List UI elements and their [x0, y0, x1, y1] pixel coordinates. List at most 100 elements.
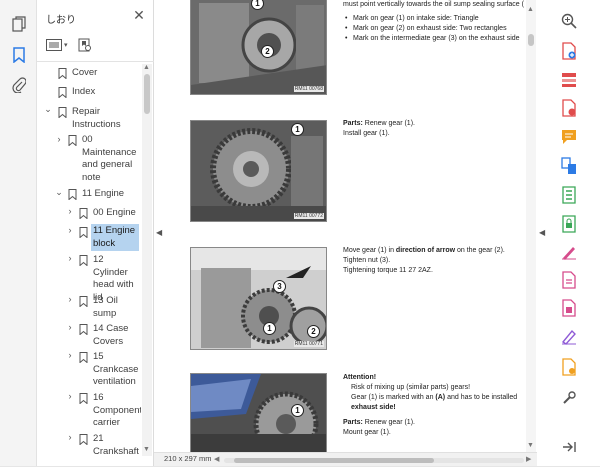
- collapse-right-panel-icon[interactable]: ◀: [539, 228, 545, 237]
- request-signatures-icon[interactable]: [559, 327, 579, 347]
- collapse-left-panel-icon[interactable]: ◀: [156, 228, 162, 237]
- attachments-icon[interactable]: [9, 75, 29, 95]
- list-options-icon: [46, 39, 62, 51]
- callout-marker: 1: [263, 322, 276, 335]
- move-emphasis: direction of arrow: [395, 247, 456, 254]
- text-block: must point vertically towards the oil su…: [343, 0, 529, 44]
- paragraph: Move gear (1) in direction of arrow on t…: [343, 246, 529, 256]
- tree-item-label: 15 Crankcase ventilation: [93, 351, 139, 387]
- paragraph: Gear (1) is marked with an (A) and has t…: [343, 393, 529, 403]
- bookmark-icon: [58, 68, 67, 79]
- bookmark-icon: [58, 87, 67, 98]
- figure-image: 1 2 RM11 00768: [190, 0, 327, 95]
- document-scrollbar[interactable]: ▲ ▼: [526, 0, 536, 452]
- paragraph: Install gear (1).: [343, 130, 390, 137]
- callout-marker: 2: [261, 45, 274, 58]
- create-pdf-icon[interactable]: [559, 41, 579, 61]
- chevron-right-icon[interactable]: ›: [65, 350, 75, 360]
- paragraph: Parts: Renew gear (1).: [343, 119, 529, 129]
- more-tools-icon[interactable]: [559, 388, 579, 408]
- parts-text: Renew gear (1).: [362, 120, 415, 127]
- bookmark-icon: [79, 208, 88, 219]
- comment-icon[interactable]: [559, 127, 579, 147]
- new-bookmark-button[interactable]: [78, 36, 92, 54]
- chevron-right-icon[interactable]: ›: [65, 225, 75, 235]
- paragraph: Tightening torque 11 27 2AZ.: [343, 267, 433, 274]
- panel-toolbar: ▾: [46, 35, 92, 55]
- send-for-review-icon[interactable]: [559, 298, 579, 318]
- edit-pdf-icon[interactable]: [559, 270, 579, 290]
- list-item: Mark on the intermediate gear (3) on the…: [343, 34, 529, 44]
- figure-reference: RM11 00771: [293, 341, 324, 347]
- parts-text: Renew gear (1).: [362, 419, 415, 426]
- chevron-right-icon[interactable]: ›: [65, 391, 75, 401]
- bookmarks-icon[interactable]: [9, 45, 29, 65]
- measure-icon[interactable]: [559, 357, 579, 377]
- fill-sign-icon[interactable]: [559, 242, 579, 262]
- move-text: on the gear (2).: [455, 247, 505, 254]
- expand-panel-icon[interactable]: [559, 437, 579, 457]
- figure-image: 3 1 2 RM11 00771: [190, 247, 327, 350]
- list-item: Mark on gear (2) on exhaust side: Two re…: [343, 24, 529, 34]
- document-page: 1 2 RM11 00768 must point vertically tow…: [166, 0, 530, 452]
- tree-item-label: 11 Engine: [82, 188, 125, 199]
- export-pdf-icon[interactable]: [559, 98, 579, 118]
- pages-icon[interactable]: [9, 14, 29, 34]
- horizontal-scrollbar[interactable]: ◀ ▶: [214, 455, 534, 465]
- chevron-right-icon[interactable]: ›: [65, 432, 75, 442]
- status-bar: 210 x 297 mm ◀ ▶: [154, 452, 537, 466]
- paragraph: Risk of mixing up (similar parts) gears!: [351, 384, 471, 391]
- panel-scrollbar[interactable]: ▲ ▼: [142, 64, 152, 456]
- navigation-rail: [0, 0, 37, 474]
- parts-label: Parts:: [343, 120, 363, 127]
- scroll-left-icon[interactable]: ◀: [214, 455, 219, 463]
- scroll-down-icon[interactable]: ▼: [527, 442, 534, 449]
- tree-item-label: 14 Case Covers: [93, 323, 129, 347]
- scrollbar-thumb[interactable]: [528, 34, 534, 46]
- bookmark-icon: [79, 352, 88, 363]
- bookmarks-panel: しおり ✕ ▾ Cover Index ⌄ Repair Instruction…: [37, 0, 154, 474]
- tree-item-label: 00 Maintenance and general note: [82, 134, 137, 183]
- tree-item-label: 11 Engine block: [91, 224, 139, 251]
- chevron-down-icon[interactable]: ⌄: [54, 187, 64, 198]
- combine-files-icon[interactable]: [559, 156, 579, 176]
- tree-item-label: Index: [72, 86, 96, 97]
- document-viewport: 1 2 RM11 00768 must point vertically tow…: [166, 0, 530, 452]
- bookmark-icon: [79, 434, 88, 445]
- chevron-right-icon[interactable]: ›: [65, 322, 75, 332]
- compress-pdf-icon[interactable]: [559, 185, 579, 205]
- paragraph: exhaust side!: [351, 404, 396, 411]
- scrollbar-thumb[interactable]: [144, 74, 150, 114]
- scrollbar-thumb[interactable]: [234, 458, 434, 463]
- scroll-up-icon[interactable]: ▲: [143, 64, 150, 71]
- text-block: Move gear (1) in direction of arrow on t…: [343, 246, 529, 276]
- tree-item-label: 16 Component carrier: [93, 392, 141, 428]
- organize-pages-icon[interactable]: [559, 70, 579, 90]
- close-panel-button[interactable]: ✕: [130, 6, 148, 24]
- paragraph: Tighten nut (3).: [343, 257, 391, 264]
- scroll-down-icon[interactable]: ▼: [143, 446, 150, 453]
- callout-marker: 3: [273, 280, 286, 293]
- scroll-up-icon[interactable]: ▲: [527, 6, 534, 13]
- marked-emphasis: (A): [435, 394, 446, 401]
- zoom-icon[interactable]: [559, 11, 579, 31]
- chevron-down-icon[interactable]: ⌄: [43, 104, 53, 115]
- bookmark-icon: [79, 296, 88, 307]
- chevron-right-icon[interactable]: ›: [54, 134, 64, 144]
- chevron-right-icon[interactable]: ›: [65, 206, 75, 216]
- tree-item-label: Cover: [72, 67, 98, 78]
- scroll-right-icon[interactable]: ▶: [526, 455, 531, 463]
- chevron-right-icon[interactable]: ›: [65, 294, 75, 304]
- options-menu-button[interactable]: ▾: [46, 36, 68, 54]
- bookmark-icon: [68, 189, 77, 200]
- move-text: Move gear (1) in: [343, 247, 396, 254]
- panel-title: しおり: [46, 15, 76, 26]
- list-item: Mark on gear (1) on intake side: Triangl…: [343, 14, 529, 24]
- bookmark-icon: [79, 393, 88, 404]
- protect-icon[interactable]: [559, 214, 579, 234]
- figure-image: 1 RM11 00772: [190, 120, 327, 222]
- marked-text: Gear (1) is marked with an: [351, 394, 436, 401]
- figure-image: 1: [190, 373, 327, 452]
- chevron-right-icon[interactable]: ›: [65, 253, 75, 263]
- attention-heading: Attention!: [343, 374, 377, 381]
